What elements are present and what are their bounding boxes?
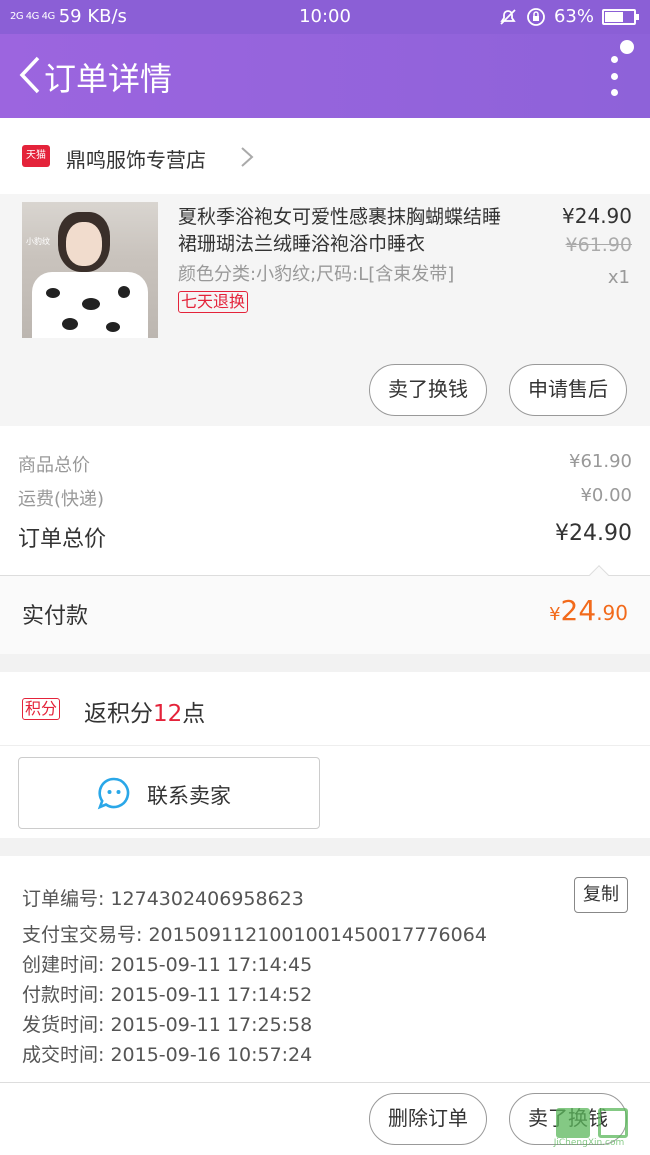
battery-percent: 63% (553, 6, 594, 27)
goods-total-label: 商品总价 (18, 455, 90, 476)
product-spec: 颜色分类:小豹纹;尺码:L[含束发带] (178, 264, 455, 285)
order-total-value: ¥24.90 (555, 521, 632, 546)
shipping-value: ¥0.00 (580, 485, 632, 506)
contact-seller-label: 联系卖家 (147, 784, 231, 808)
battery-icon (602, 8, 639, 25)
chevron-right-icon (241, 147, 254, 167)
goods-total-value: ¥61.90 (569, 451, 632, 472)
rotation-lock-icon (527, 7, 545, 26)
shipped-time: 发货时间: 2015-09-11 17:25:58 (22, 1014, 313, 1036)
actual-payment-amount: ¥24.90 (549, 594, 628, 627)
order-total-label: 订单总价 (18, 527, 107, 552)
shop-row[interactable]: 天猫 鼎鸣服饰专营店 (0, 118, 650, 194)
image-caption: 小豹纹 (26, 237, 50, 246)
page-title: 订单详情 (44, 60, 173, 98)
contact-section: 联系卖家 (0, 746, 650, 838)
shipping-label: 运费(快递) (18, 489, 105, 510)
order-item: 小豹纹 夏秋季浴袍女可爱性感裹抹胸蝴蝶结睡裙珊瑚法兰绒睡浴袍浴巾睡衣 颜色分类:… (0, 194, 650, 426)
notification-dot (620, 40, 634, 54)
back-arrow-icon[interactable] (12, 52, 48, 98)
copy-button[interactable]: 复制 (574, 877, 628, 913)
tmall-logo: 天猫 (22, 145, 50, 167)
product-image[interactable]: 小豹纹 (22, 202, 158, 338)
order-number: 订单编号: 1274302406958623 (22, 888, 304, 910)
watermark-logo: JiChengXin.com (534, 1104, 644, 1150)
completed-time: 成交时间: 2015-09-16 10:57:24 (22, 1044, 313, 1066)
points-row: 积分 返积分12点 (0, 672, 650, 746)
sell-for-cash-button[interactable]: 卖了换钱 (369, 364, 487, 416)
header-bar: 订单详情 (0, 34, 650, 118)
paid-time: 付款时间: 2015-09-11 17:14:52 (22, 984, 313, 1006)
delete-order-button[interactable]: 删除订单 (369, 1093, 487, 1145)
item-quantity: x1 (607, 267, 630, 288)
more-menu-icon[interactable] (606, 56, 622, 96)
chat-bubble-icon (97, 777, 130, 810)
points-count: 12 (153, 701, 183, 727)
after-sale-button[interactable]: 申请售后 (509, 364, 627, 416)
actual-payment-row: 实付款 ¥24.90 (0, 576, 650, 654)
product-title[interactable]: 夏秋季浴袍女可爱性感裹抹胸蝴蝶结睡裙珊瑚法兰绒睡浴袍浴巾睡衣 (178, 204, 518, 258)
actual-payment-label: 实付款 (22, 604, 89, 629)
contact-seller-button[interactable]: 联系卖家 (18, 757, 320, 829)
created-time: 创建时间: 2015-09-11 17:14:45 (22, 954, 313, 976)
points-tag: 积分 (22, 698, 61, 720)
order-info: 订单编号: 1274302406958623 复制 支付宝交易号: 201509… (0, 856, 650, 1082)
mute-icon (500, 8, 516, 25)
price-summary: 商品总价 ¥61.90 运费(快递) ¥0.00 订单总价 ¥24.90 (0, 426, 650, 576)
points-text: 返积分12点 (84, 701, 206, 727)
seven-day-return-badge: 七天退换 (178, 291, 249, 313)
shop-name: 鼎鸣服饰专营店 (66, 148, 206, 172)
item-original-price: ¥61.90 (565, 234, 632, 256)
status-bar: 2G 4G 4G 59 KB/s 10:00 63% (0, 0, 650, 34)
alipay-trade-number: 支付宝交易号: 2015091121001001450017776064 (22, 924, 487, 946)
item-price: ¥24.90 (562, 204, 632, 228)
